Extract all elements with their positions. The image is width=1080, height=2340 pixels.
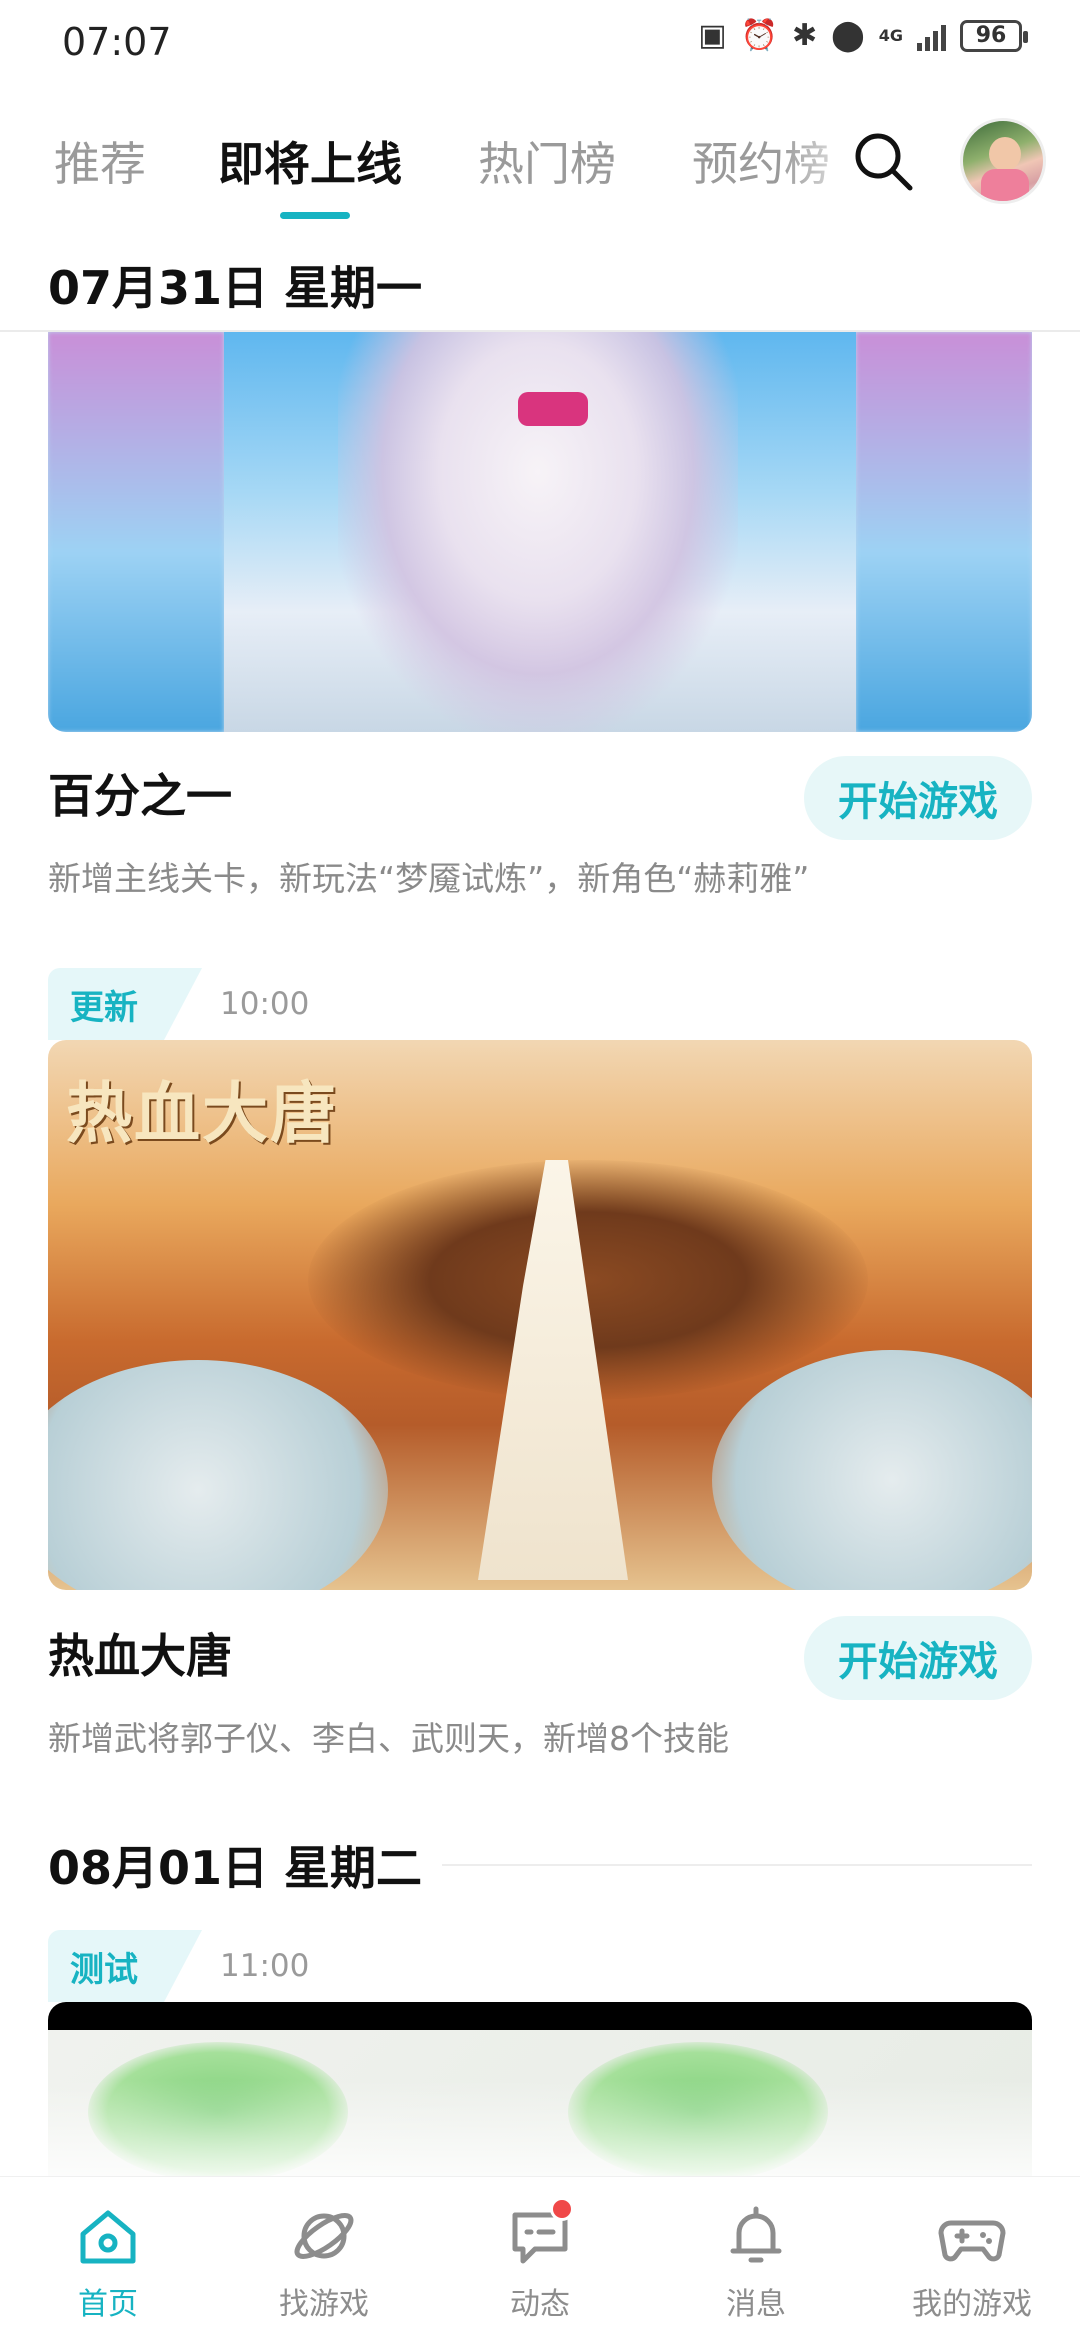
date-header: 08月01日 星期二 xyxy=(48,1841,423,1895)
tab-recommend[interactable]: 推荐 xyxy=(54,128,146,194)
release-time: 11:00 xyxy=(220,1948,310,1984)
avatar-body xyxy=(981,169,1029,201)
date-header: 07月31日 星期一 xyxy=(48,261,423,315)
game-description: 新增武将郭子仪、李白、武则天，新增8个技能 xyxy=(48,1719,729,1758)
nav-label: 消息 xyxy=(726,2287,786,2322)
tag-label: 更新 xyxy=(48,968,202,1040)
test-tag: 测试 11:00 xyxy=(48,1930,309,2002)
date-divider xyxy=(442,1864,1032,1866)
nav-label: 首页 xyxy=(78,2287,138,2322)
location-icon: ⬤ xyxy=(831,18,865,53)
upcoming-games-page: 07:07 ▣ ⏰ ✱ ⬤ 4G 96 推荐 即将上线 热门榜 预约榜 07月3… xyxy=(0,0,1080,2340)
nav-shade xyxy=(0,2080,1080,2180)
game-title[interactable]: 热血大唐 xyxy=(48,1620,232,1686)
release-time: 10:00 xyxy=(220,986,310,1022)
nav-feed[interactable]: 动态 xyxy=(432,2177,648,2340)
nav-my-games[interactable]: 我的游戏 xyxy=(864,2177,1080,2340)
game-description: 新增主线关卡，新玩法“梦魇试炼”，新角色“赫莉雅” xyxy=(48,859,810,898)
banner-bow xyxy=(518,392,588,426)
game-banner-rexuedatang[interactable]: 热血大唐 xyxy=(48,1040,1032,1590)
gamepad-icon xyxy=(938,2220,1006,2262)
banner-cloud-left xyxy=(48,1360,388,1590)
start-game-button[interactable]: 开始游戏 xyxy=(804,756,1032,840)
network-type: 4G xyxy=(878,26,903,45)
nav-home[interactable]: 首页 xyxy=(0,2177,216,2340)
nav-label: 我的游戏 xyxy=(912,2287,1032,2322)
status-time: 07:07 xyxy=(62,20,172,64)
nav-find-games[interactable]: 找游戏 xyxy=(216,2177,432,2340)
banner-blur-right xyxy=(856,332,1032,732)
tab-hot-chart[interactable]: 热门榜 xyxy=(478,128,616,194)
start-game-button[interactable]: 开始游戏 xyxy=(804,1616,1032,1700)
notification-badge xyxy=(550,2197,574,2221)
planet-icon xyxy=(294,2213,354,2259)
banner-calligraphy-logo: 热血大唐 xyxy=(66,1074,338,1152)
signal-icon xyxy=(917,21,946,51)
nfc-icon: ▣ xyxy=(698,18,727,53)
nav-messages[interactable]: 消息 xyxy=(648,2177,864,2340)
top-tab-bar: 推荐 即将上线 热门榜 预约榜 xyxy=(0,110,1080,230)
nav-label: 找游戏 xyxy=(279,2287,369,2322)
status-icons: ▣ ⏰ ✱ ⬤ 4G 96 xyxy=(698,18,1028,53)
tab-upcoming[interactable]: 即将上线 xyxy=(218,128,402,194)
game-banner-baifenzhiyi[interactable] xyxy=(48,332,1032,732)
banner-blur-left xyxy=(48,332,224,732)
status-bar: 07:07 ▣ ⏰ ✱ ⬤ 4G 96 xyxy=(0,0,1080,84)
bell-icon xyxy=(730,2206,782,2263)
update-tag: 更新 10:00 xyxy=(48,968,309,1040)
game-title[interactable]: 百分之一 xyxy=(48,760,232,826)
battery-icon: 96 xyxy=(960,19,1028,52)
battery-level: 96 xyxy=(975,23,1007,48)
bottom-nav: 首页 找游戏 动态 消息 我的游戏 xyxy=(0,2176,1080,2340)
bluetooth-icon: ✱ xyxy=(792,18,818,53)
alarm-icon: ⏰ xyxy=(740,18,779,53)
avatar-face xyxy=(989,137,1021,171)
avatar[interactable] xyxy=(960,118,1046,204)
banner-cloud-right xyxy=(712,1350,1032,1590)
active-tab-indicator xyxy=(280,212,350,219)
search-icon[interactable] xyxy=(850,128,916,194)
nav-label: 动态 xyxy=(510,2287,570,2322)
home-icon xyxy=(80,2210,136,2264)
tag-label: 测试 xyxy=(48,1930,202,2002)
